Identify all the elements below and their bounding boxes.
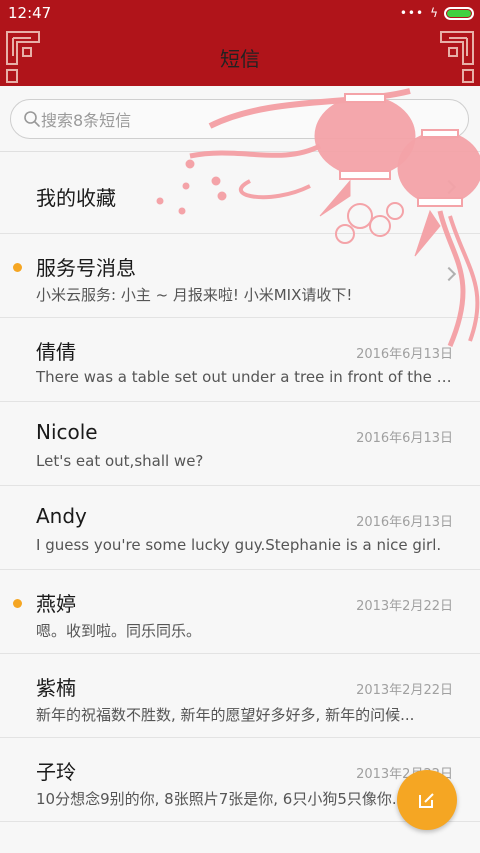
message-preview: I guess you're some lucky guy.Stephanie …	[36, 536, 442, 554]
status-time: 12:47	[8, 4, 52, 22]
search-icon	[24, 111, 40, 127]
contact-name: Nicole	[36, 420, 98, 444]
message-date: 2016年6月13日	[356, 515, 453, 530]
message-date: 2016年6月13日	[356, 347, 453, 362]
conversation-row[interactable]: Andy 2016年6月13日 I guess you're some luck…	[0, 486, 480, 570]
conversation-row[interactable]: 紫楠 2013年2月22日 新年的祝福数不胜数, 新年的愿望好多好多, 新年的问…	[0, 654, 480, 738]
signal-dots-icon: •••	[399, 6, 425, 20]
conversation-row[interactable]: Nicole 2016年6月13日 Let's eat out,shall we…	[0, 402, 480, 486]
favorites-label: 我的收藏	[36, 186, 116, 210]
unread-dot-icon	[13, 263, 22, 272]
battery-icon	[444, 6, 474, 20]
conversation-row[interactable]: 服务号消息 小米云服务: 小主 ~ 月报来啦! 小米MIX请收下!	[0, 234, 480, 318]
compose-icon	[419, 793, 434, 808]
message-list: 我的收藏 服务号消息 小米云服务: 小主 ~ 月报来啦! 小米MIX请收下! 倩…	[0, 152, 480, 822]
message-preview: Let's eat out,shall we?	[36, 452, 204, 470]
chevron-right-icon	[441, 179, 457, 195]
search-box[interactable]	[10, 99, 469, 139]
conversation-row[interactable]: 倩倩 2016年6月13日 There was a table set out …	[0, 318, 480, 402]
message-preview: 嗯。收到啦。同乐同乐。	[36, 622, 202, 640]
contact-name: Andy	[36, 504, 87, 528]
message-date: 2013年2月22日	[356, 683, 453, 698]
message-preview: 10分想念9别的你, 8张照片7张是你, 6只小狗5只像你...	[36, 790, 407, 808]
status-bar: 12:47 ••• ϟ	[0, 0, 480, 28]
conversation-row[interactable]: 燕婷 2013年2月22日 嗯。收到啦。同乐同乐。	[0, 570, 480, 654]
search-input[interactable]	[41, 108, 441, 132]
status-icons: ••• ϟ	[400, 6, 474, 20]
contact-name: 服务号消息	[36, 256, 136, 280]
search-area	[0, 86, 480, 152]
unread-dot-icon	[13, 599, 22, 608]
page-title: 短信	[220, 47, 260, 71]
chevron-right-icon	[441, 266, 457, 282]
corner-ornament-icon	[440, 31, 474, 83]
message-date: 2016年6月13日	[356, 431, 453, 446]
compose-button[interactable]	[397, 770, 457, 830]
message-preview: 新年的祝福数不胜数, 新年的愿望好多好多, 新年的问候...	[36, 706, 415, 724]
app-header: 短信	[0, 28, 480, 86]
contact-name: 紫楠	[36, 676, 76, 700]
contact-name: 燕婷	[36, 592, 76, 616]
message-preview: There was a table set out under a tree i…	[36, 368, 452, 386]
charging-icon: ϟ	[430, 6, 438, 20]
contact-name: 倩倩	[36, 340, 76, 364]
contact-name: 子玲	[36, 760, 76, 784]
message-preview: 小米云服务: 小主 ~ 月报来啦! 小米MIX请收下!	[36, 286, 353, 304]
message-date: 2013年2月22日	[356, 599, 453, 614]
favorites-row[interactable]: 我的收藏	[0, 152, 480, 234]
